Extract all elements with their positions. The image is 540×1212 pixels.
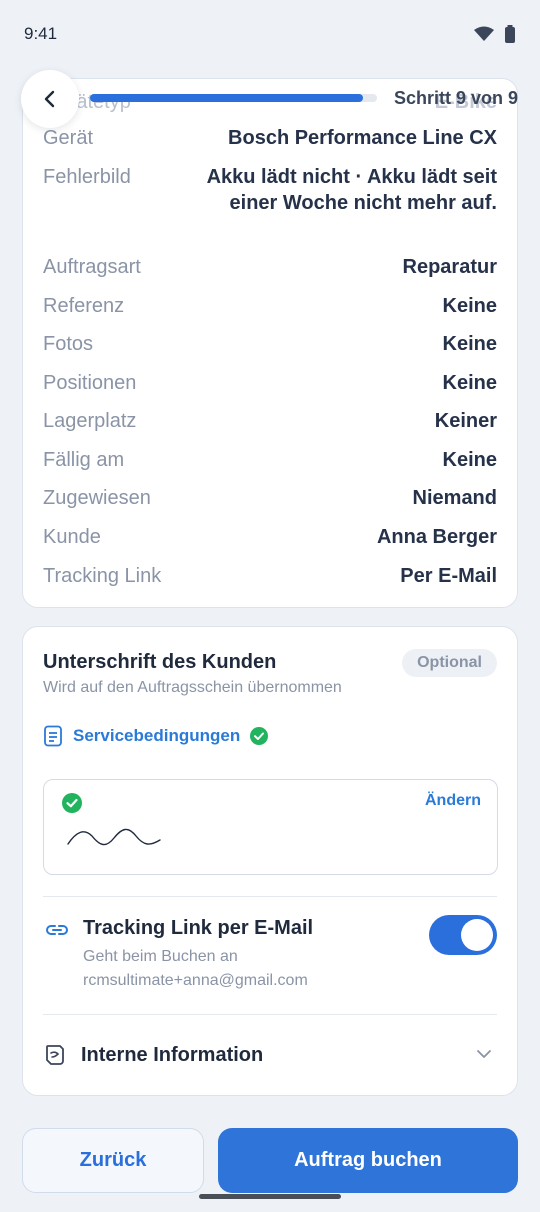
summary-row-storage: Lagerplatz Keiner bbox=[43, 408, 497, 434]
progress-bar bbox=[90, 94, 377, 102]
toggle-knob bbox=[461, 919, 493, 951]
summary-row-positions: Positionen Keine bbox=[43, 370, 497, 396]
book-order-button[interactable]: Auftrag buchen bbox=[218, 1128, 518, 1193]
home-indicator bbox=[199, 1194, 341, 1199]
chevron-left-icon bbox=[44, 90, 55, 108]
link-icon bbox=[46, 925, 68, 935]
progress-fill bbox=[90, 94, 363, 102]
note-icon bbox=[46, 1045, 64, 1065]
check-circle-icon bbox=[250, 727, 269, 745]
summary-value: Keine bbox=[442, 372, 497, 394]
status-icons bbox=[474, 25, 516, 43]
summary-value: Akku lädt nicht · Akku lädt seit einer W… bbox=[206, 166, 497, 214]
summary-row-customer: Kunde Anna Berger bbox=[43, 524, 497, 550]
optional-badge: Optional bbox=[402, 649, 497, 677]
document-icon bbox=[44, 725, 62, 747]
summary-label: Fehlerbild bbox=[43, 166, 131, 188]
summary-value: Niemand bbox=[412, 487, 497, 509]
change-signature-link[interactable]: Ändern bbox=[425, 792, 481, 810]
signature-title: Unterschrift des Kunden bbox=[43, 651, 277, 673]
divider bbox=[43, 896, 497, 897]
signature-subtitle: Wird auf den Auftragsschein übernommen bbox=[43, 679, 342, 696]
summary-row-due: Fällig am Keine bbox=[43, 447, 497, 473]
summary-row-photos: Fotos Keine bbox=[43, 331, 497, 357]
summary-row-device: Gerät Bosch Performance Line CX bbox=[43, 125, 497, 151]
summary-label: Gerät bbox=[43, 127, 94, 149]
summary-value: Keine bbox=[442, 333, 497, 355]
summary-label: Fotos bbox=[43, 333, 94, 355]
summary-row-fault: Fehlerbild Akku lädt nicht · Akku lädt s… bbox=[43, 164, 497, 216]
status-bar: 9:41 bbox=[0, 0, 540, 68]
signature-card: Unterschrift des Kunden Wird auf den Auf… bbox=[22, 626, 518, 1096]
check-circle-icon bbox=[62, 793, 82, 813]
summary-row-order-type: Auftragsart Reparatur bbox=[43, 254, 497, 280]
summary-label: Auftragsart bbox=[43, 256, 141, 278]
summary-value: Keiner bbox=[434, 410, 497, 432]
summary-label: Fällig am bbox=[43, 449, 125, 471]
summary-value: Per E-Mail bbox=[400, 565, 497, 587]
back-button[interactable]: Zurück bbox=[22, 1128, 204, 1193]
summary-row-reference: Referenz Keine bbox=[43, 293, 497, 319]
summary-value: Keine bbox=[442, 295, 497, 317]
signature-stroke bbox=[67, 828, 161, 846]
internal-info-title: Interne Information bbox=[81, 1043, 264, 1066]
summary-label: Lagerplatz bbox=[43, 410, 137, 432]
summary-label: Tracking Link bbox=[43, 565, 162, 587]
service-terms-label: Servicebedingungen bbox=[73, 726, 241, 745]
summary-value: Bosch Performance Line CX bbox=[228, 127, 497, 149]
wifi-icon bbox=[474, 26, 494, 41]
tracking-link-title: Tracking Link per E-Mail bbox=[83, 917, 314, 939]
summary-row-tracking: Tracking Link Per E-Mail bbox=[43, 563, 497, 589]
tracking-link-subtitle: Geht beim Buchen an rcmsultimate+anna@gm… bbox=[83, 948, 308, 989]
internal-info-row[interactable]: Interne Information bbox=[43, 1037, 497, 1073]
summary-value: Reparatur bbox=[402, 256, 497, 278]
summary-label: Referenz bbox=[43, 295, 125, 317]
divider bbox=[43, 1014, 497, 1015]
step-indicator: Schritt 9 von 9 bbox=[393, 88, 518, 108]
back-nav-button[interactable] bbox=[21, 70, 79, 128]
signature-pad[interactable]: Ändern bbox=[43, 779, 498, 875]
summary-row-assigned: Zugewiesen Niemand bbox=[43, 485, 497, 511]
summary-value: Keine bbox=[442, 449, 497, 471]
service-terms-link[interactable]: Servicebedingungen bbox=[43, 725, 269, 747]
summary-label: Zugewiesen bbox=[43, 487, 151, 509]
summary-label: Positionen bbox=[43, 372, 137, 394]
tracking-link-toggle[interactable] bbox=[429, 915, 497, 955]
battery-icon bbox=[505, 25, 515, 43]
summary-card: Gerätetyp E-Bike Gerät Bosch Performance… bbox=[22, 78, 518, 608]
summary-label: Kunde bbox=[43, 526, 101, 548]
summary-value: Anna Berger bbox=[376, 526, 497, 548]
chevron-down-icon bbox=[477, 1050, 491, 1058]
status-time: 9:41 bbox=[24, 24, 58, 43]
